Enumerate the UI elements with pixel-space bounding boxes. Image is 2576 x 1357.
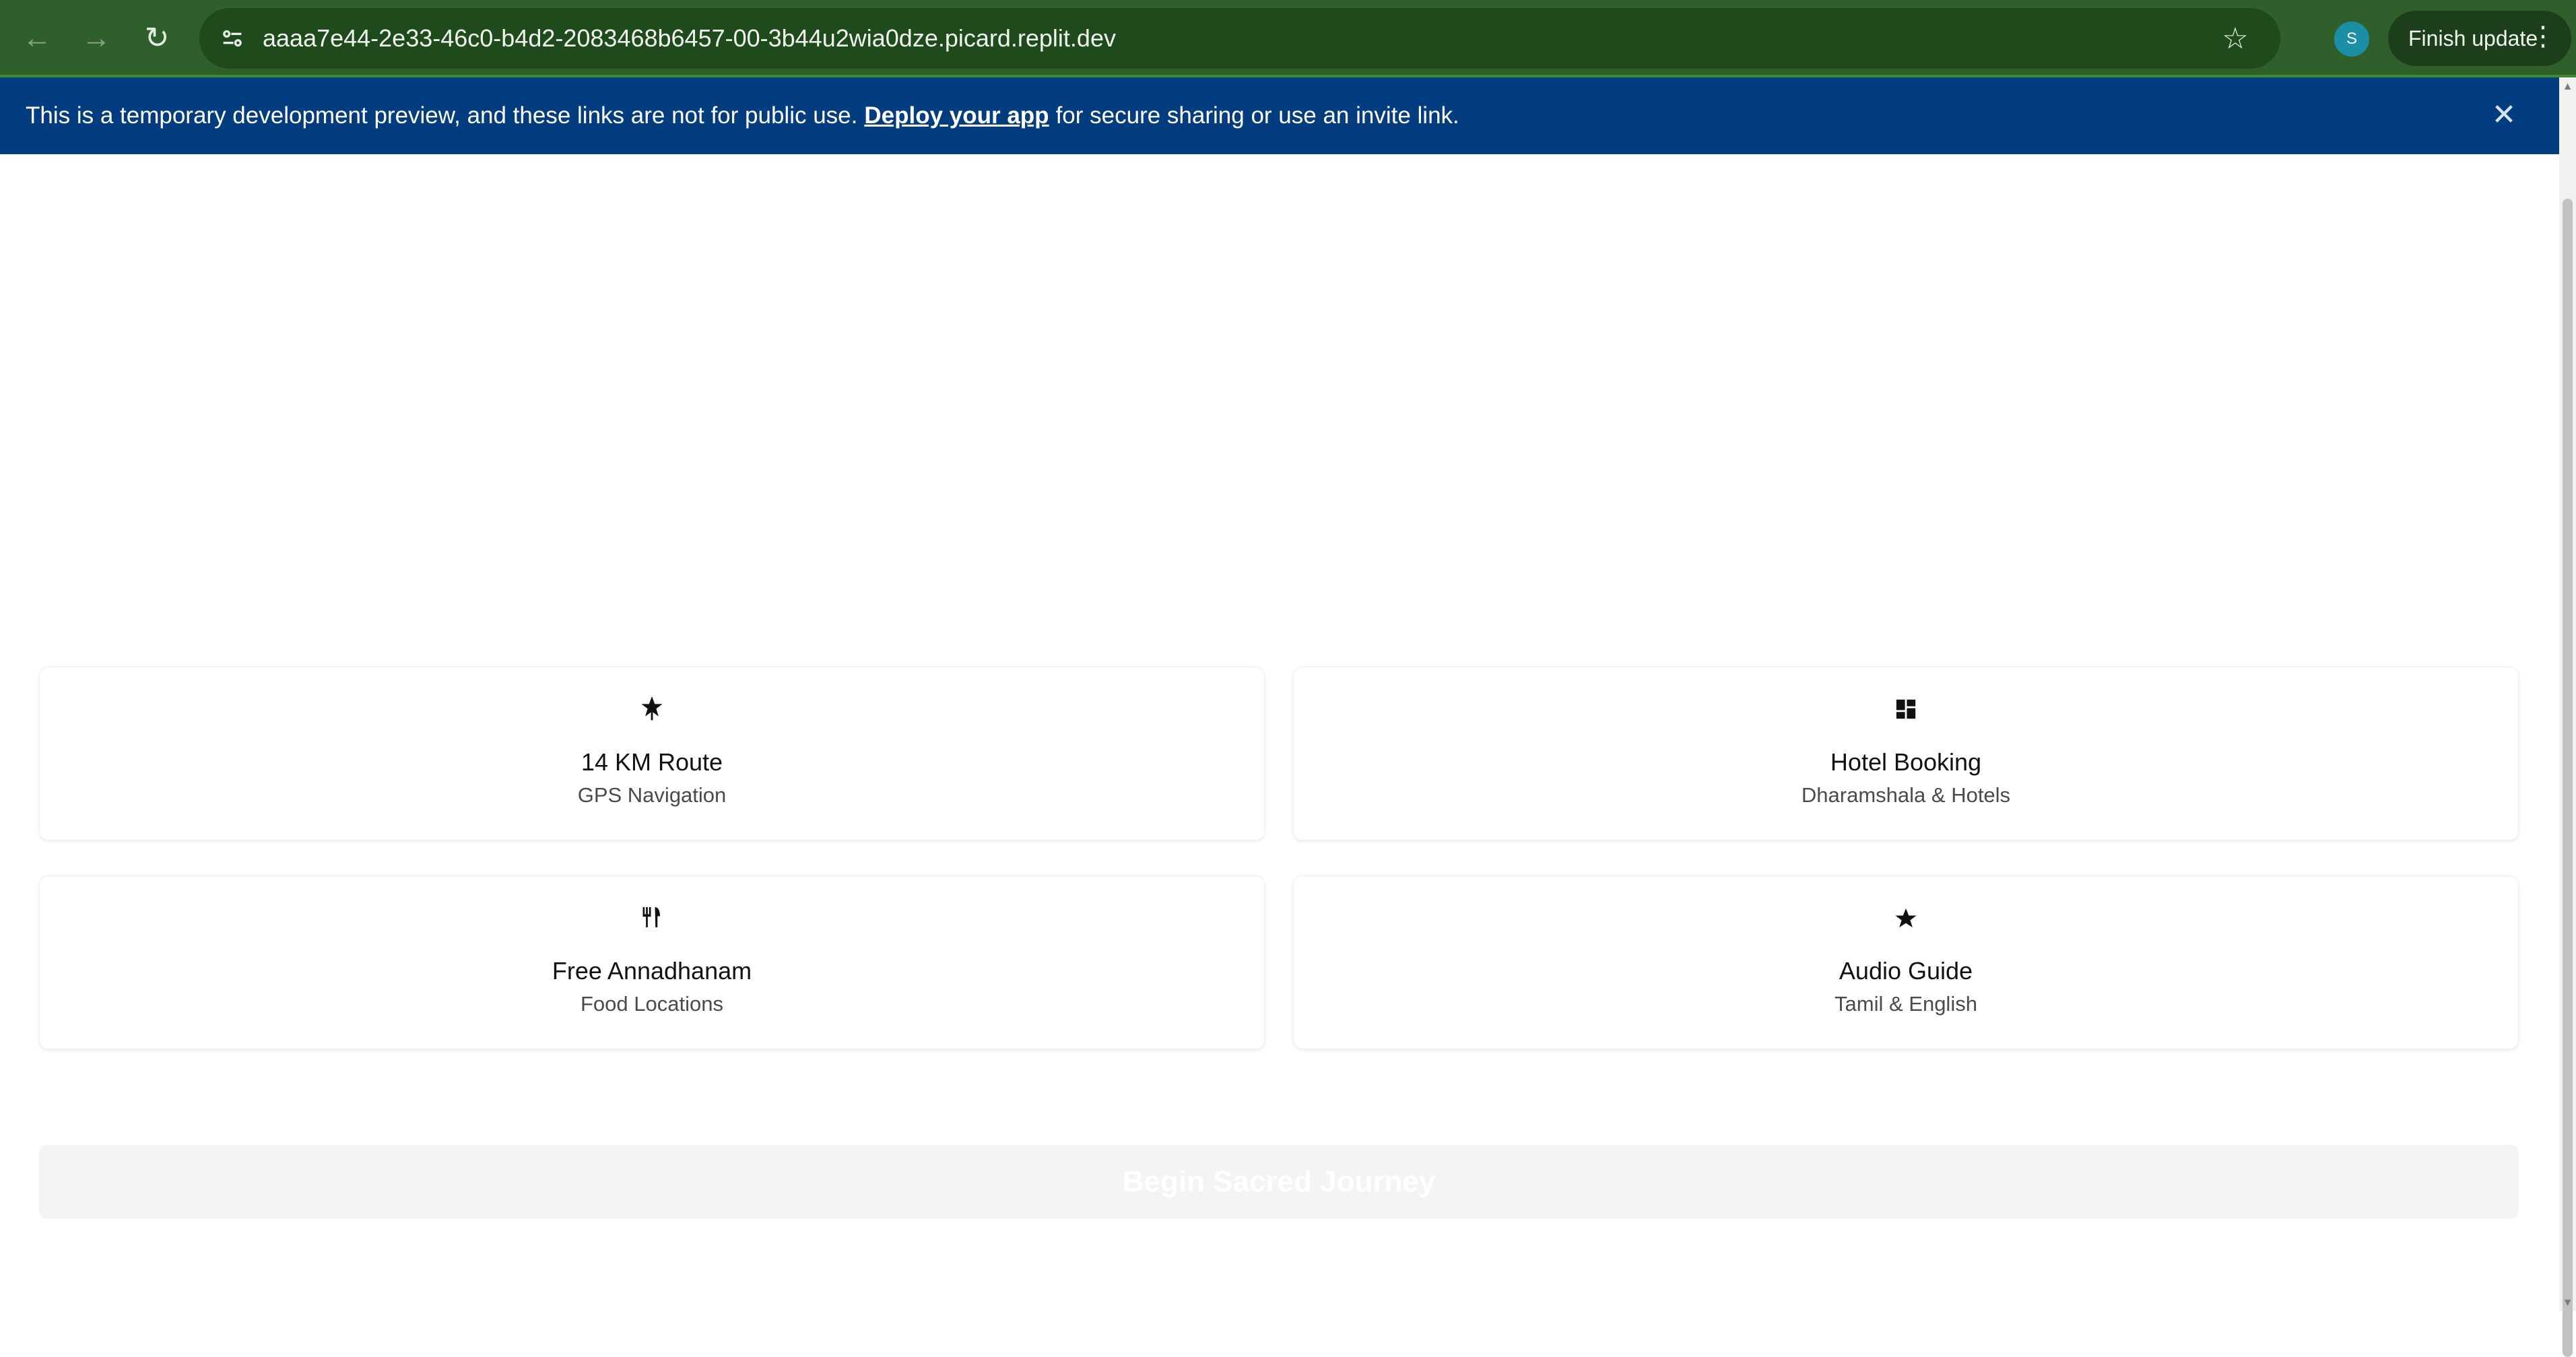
deploy-app-link[interactable]: Deploy your app <box>864 102 1049 129</box>
reload-button[interactable]: ↻ <box>133 15 180 62</box>
feature-card-audio[interactable]: Audio Guide Tamil & English <box>1293 875 2519 1049</box>
utensils-icon <box>40 903 1264 937</box>
feature-card-food[interactable]: Free Annadhanam Food Locations <box>39 875 1265 1049</box>
feature-card-hotel[interactable]: Hotel Booking Dharamshala & Hotels <box>1293 667 2519 840</box>
arrow-left-icon: ← <box>22 22 52 55</box>
reload-icon: ↻ <box>144 22 170 55</box>
star-icon <box>1294 903 2518 937</box>
sliders-icon <box>223 30 242 47</box>
scroll-up-icon[interactable]: ▲ <box>2562 81 2573 92</box>
scroll-thumb[interactable] <box>2563 199 2573 1357</box>
close-icon[interactable]: ✕ <box>2489 100 2519 130</box>
site-settings-icon[interactable] <box>213 19 252 58</box>
page-scrollbar[interactable]: ▲ ▼ <box>2559 77 2576 1357</box>
back-button[interactable]: ← <box>13 15 61 62</box>
feature-subtitle: Food Locations <box>581 992 723 1016</box>
profile-avatar[interactable]: S <box>2334 22 2369 57</box>
address-bar[interactable]: aaaa7e44-2e33-46c0-b4d2-2083468b6457-00-… <box>199 8 2280 69</box>
feature-subtitle: GPS Navigation <box>577 783 727 807</box>
feature-subtitle: Dharamshala & Hotels <box>1801 783 2011 807</box>
url-text[interactable]: aaaa7e44-2e33-46c0-b4d2-2083468b6457-00-… <box>263 24 1116 53</box>
feature-title: Free Annadhanam <box>552 957 752 985</box>
banner-text-after: for secure sharing or use an invite link… <box>1055 102 1459 129</box>
forward-button[interactable]: → <box>73 15 120 62</box>
bookmark-button[interactable]: ☆ <box>2214 18 2256 59</box>
finish-update-button[interactable]: Finish update ⋮ <box>2388 11 2571 66</box>
feature-title: Audio Guide <box>1839 957 1973 985</box>
feature-title: Hotel Booking <box>1830 748 1982 776</box>
finish-update-label: Finish update <box>2408 26 2538 51</box>
route-pin-icon <box>40 694 1264 728</box>
dev-preview-banner: This is a temporary development preview,… <box>0 77 2559 154</box>
browser-toolbar: ← → ↻ aaaa7e44-2e33-46c0-b4d2-2083468b64… <box>0 0 2576 77</box>
arrow-right-icon: → <box>81 22 111 55</box>
feature-title: 14 KM Route <box>581 748 723 776</box>
scroll-down-icon[interactable]: ▼ <box>2562 1298 2573 1309</box>
grid-icon <box>1294 694 2518 728</box>
kebab-menu-icon: ⋮ <box>2530 22 2556 51</box>
feature-subtitle: Tamil & English <box>1835 992 1977 1016</box>
feature-card-route[interactable]: 14 KM Route GPS Navigation <box>39 667 1265 840</box>
star-outline-icon: ☆ <box>2222 22 2249 55</box>
begin-journey-button[interactable]: Begin Sacred Journey <box>39 1145 2519 1219</box>
banner-text-before: This is a temporary development preview,… <box>26 102 858 129</box>
